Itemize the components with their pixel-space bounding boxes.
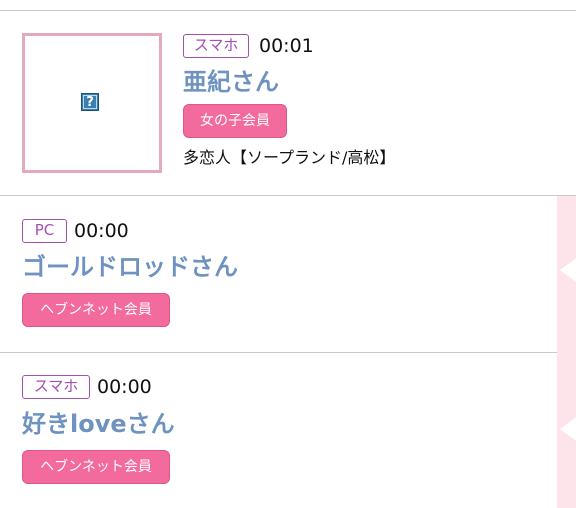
access-time: 00:01 <box>259 35 314 57</box>
visitor-name[interactable]: 亜紀さん <box>183 67 279 97</box>
scroll-left-arrow-icon[interactable] <box>560 258 576 282</box>
member-type-badge: ヘブンネット会員 <box>22 293 170 327</box>
shop-name[interactable]: 多恋人【ソープランド/高松】 <box>183 146 395 170</box>
device-badge: スマホ <box>183 34 249 58</box>
visitor-name[interactable]: ゴールドロッドさん <box>22 252 238 282</box>
broken-image-icon: ? <box>81 93 99 111</box>
side-scroll-strip[interactable] <box>557 196 576 508</box>
device-badge: PC <box>22 219 67 243</box>
device-badge: スマホ <box>22 375 90 399</box>
member-type-badge: ヘブンネット会員 <box>22 450 170 484</box>
member-type-badge: 女の子会員 <box>183 104 287 138</box>
visitor-name[interactable]: 好きloveさん <box>22 409 175 439</box>
access-history-list: ? スマホ 00:01 亜紀さん 女の子会員 多恋人【ソープランド/高松】 PC… <box>0 0 576 508</box>
list-item[interactable]: スマホ 00:00 好きloveさん ヘブンネット会員 <box>0 353 557 508</box>
profile-thumbnail[interactable]: ? <box>22 33 162 173</box>
list-item[interactable]: PC 00:00 ゴールドロッドさん ヘブンネット会員 <box>0 196 557 353</box>
access-time: 00:00 <box>74 220 129 242</box>
list-item[interactable]: ? スマホ 00:01 亜紀さん 女の子会員 多恋人【ソープランド/高松】 <box>0 11 576 196</box>
access-time: 00:00 <box>97 376 152 398</box>
scroll-left-arrow-icon[interactable] <box>560 417 576 441</box>
